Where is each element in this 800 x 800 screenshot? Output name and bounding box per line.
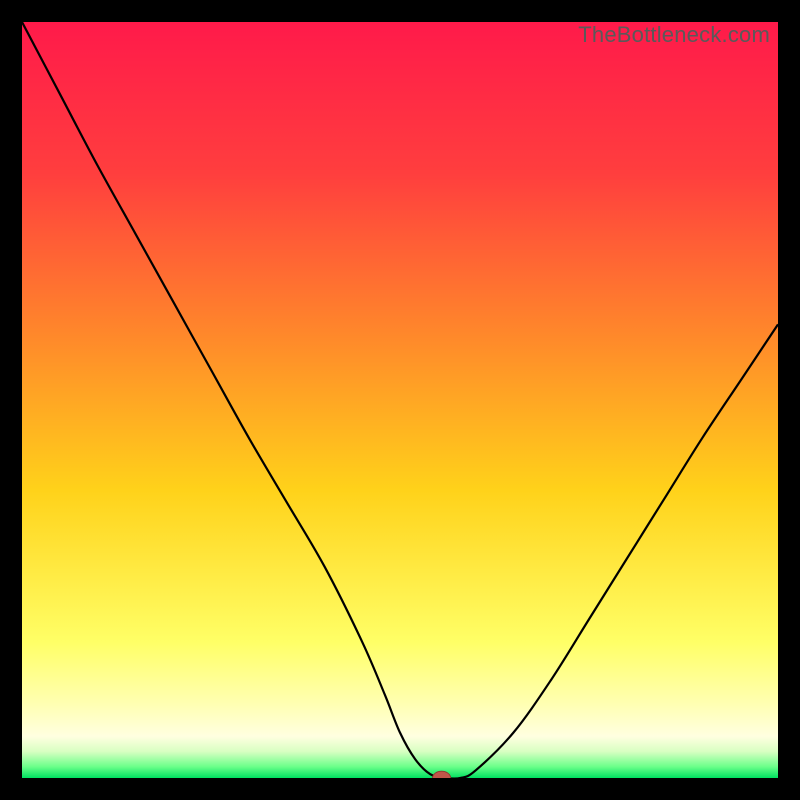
watermark-text: TheBottleneck.com <box>578 22 770 48</box>
chart-frame: TheBottleneck.com <box>0 0 800 800</box>
plot-area: TheBottleneck.com <box>22 22 778 778</box>
gradient-background <box>22 22 778 778</box>
chart-svg <box>22 22 778 778</box>
